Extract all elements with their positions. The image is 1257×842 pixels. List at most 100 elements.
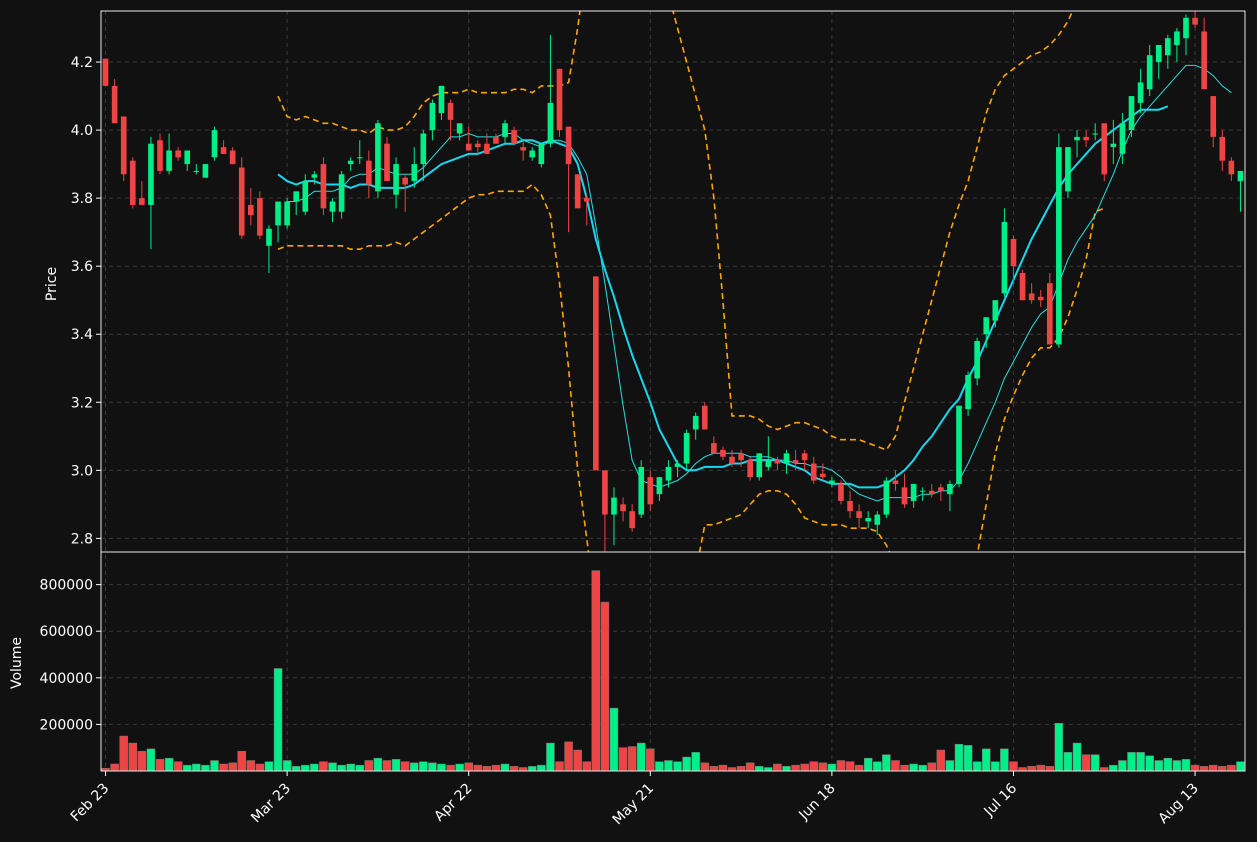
- candle-body: [102, 58, 109, 86]
- volume-bar: [1090, 754, 1100, 771]
- candle-body: [765, 460, 772, 467]
- candle-body: [529, 150, 536, 158]
- candle-body: [938, 487, 944, 491]
- candle-body: [1210, 96, 1217, 137]
- volume-bar: [482, 766, 492, 771]
- volume-bar: [1027, 766, 1036, 771]
- candle-body: [629, 511, 635, 529]
- candle-body: [583, 198, 590, 202]
- candle-body: [202, 164, 209, 178]
- volume-bar: [991, 761, 1000, 771]
- candle-body: [647, 477, 654, 505]
- candle-body: [683, 432, 690, 464]
- volume-bar: [827, 763, 837, 771]
- volume-bar: [1045, 766, 1055, 771]
- volume-bar: [1054, 722, 1064, 771]
- volume-bar: [664, 760, 673, 771]
- volume-axis-label: Volume: [9, 637, 25, 689]
- candle-body: [602, 470, 608, 515]
- volume-bar: [700, 762, 710, 771]
- candle-body: [574, 174, 581, 209]
- candle-body: [928, 490, 935, 495]
- volume-bar: [555, 761, 564, 771]
- candle-body: [284, 201, 290, 226]
- candle-body: [465, 143, 472, 151]
- volume-bar: [428, 762, 437, 771]
- candle-body: [1010, 238, 1017, 267]
- volume-bar: [1145, 755, 1154, 771]
- candle-body: [947, 483, 953, 495]
- volume-tick-label: 200000: [40, 717, 93, 733]
- volume-bar: [882, 754, 891, 771]
- volume-bar: [210, 760, 219, 771]
- volume-bar: [328, 762, 337, 771]
- volume-bar: [1236, 761, 1245, 771]
- candle-body: [638, 466, 645, 515]
- candle-body: [983, 317, 990, 335]
- candle-body: [865, 517, 872, 522]
- volume-bar: [192, 763, 201, 771]
- volume-bar: [246, 760, 256, 771]
- volume-bar: [900, 764, 909, 771]
- candle-body: [810, 463, 817, 481]
- candlestick-chart: 2.8 3.0 3.2 3.4 3.6 3.8 4.0 4.2 200000 400000 6000…: [0, 0, 1257, 842]
- candle-body: [520, 147, 527, 151]
- candle-body: [1219, 136, 1226, 161]
- volume-bar: [854, 764, 864, 771]
- candle-body: [701, 405, 708, 430]
- candle-body: [538, 143, 545, 165]
- volume-bar: [546, 742, 555, 771]
- candle-body: [384, 143, 390, 182]
- candle-body: [801, 453, 808, 461]
- candle-body: [438, 85, 445, 114]
- price-axis-label: Price: [44, 267, 60, 301]
- volume-bar: [627, 746, 637, 771]
- volume-bar: [600, 601, 610, 771]
- candle-body: [738, 453, 744, 461]
- volume-bar: [845, 761, 855, 771]
- volume-bar: [228, 762, 237, 771]
- volume-bar: [836, 760, 846, 771]
- candle-body: [220, 147, 227, 154]
- candle-body: [293, 191, 300, 202]
- candle-body: [774, 460, 781, 464]
- candle-body: [493, 136, 499, 144]
- volume-bar: [119, 735, 128, 771]
- volume-bar: [137, 750, 147, 771]
- candle-body: [1174, 31, 1180, 46]
- volume-bar: [537, 764, 546, 771]
- price-tick-label: 3.6: [71, 259, 93, 275]
- candle-body: [447, 102, 454, 120]
- volume-bar: [1181, 759, 1191, 771]
- volume-bar: [936, 749, 946, 771]
- candle-body: [175, 150, 181, 158]
- volume-bar: [1009, 761, 1018, 771]
- volume-bar: [573, 749, 582, 771]
- volume-bar: [491, 764, 501, 771]
- volume-bar: [1199, 766, 1209, 771]
- candle-body: [184, 150, 191, 165]
- candle-body: [838, 483, 844, 501]
- price-tick-label: 2.8: [71, 531, 93, 547]
- volume-bar: [800, 763, 809, 771]
- volume-bar: [918, 764, 927, 771]
- candle-body: [1137, 82, 1144, 103]
- volume-bar: [518, 767, 528, 771]
- candle-body: [747, 460, 753, 478]
- candle-body: [1065, 147, 1071, 192]
- volume-bar: [673, 761, 682, 771]
- candle-body: [1001, 221, 1008, 294]
- candle-body: [729, 456, 735, 464]
- candle-body: [375, 123, 381, 192]
- price-tick-label: 3.0: [71, 463, 93, 479]
- candle-body: [429, 102, 436, 131]
- volume-bar: [264, 761, 274, 771]
- candle-body: [1083, 136, 1089, 141]
- candle-body: [819, 473, 826, 478]
- candle-body: [484, 143, 490, 154]
- volume-bar: [736, 766, 746, 771]
- candle-body: [901, 487, 908, 505]
- volume-bar: [219, 763, 228, 771]
- volume-bar: [691, 752, 700, 771]
- candle-body: [111, 85, 118, 124]
